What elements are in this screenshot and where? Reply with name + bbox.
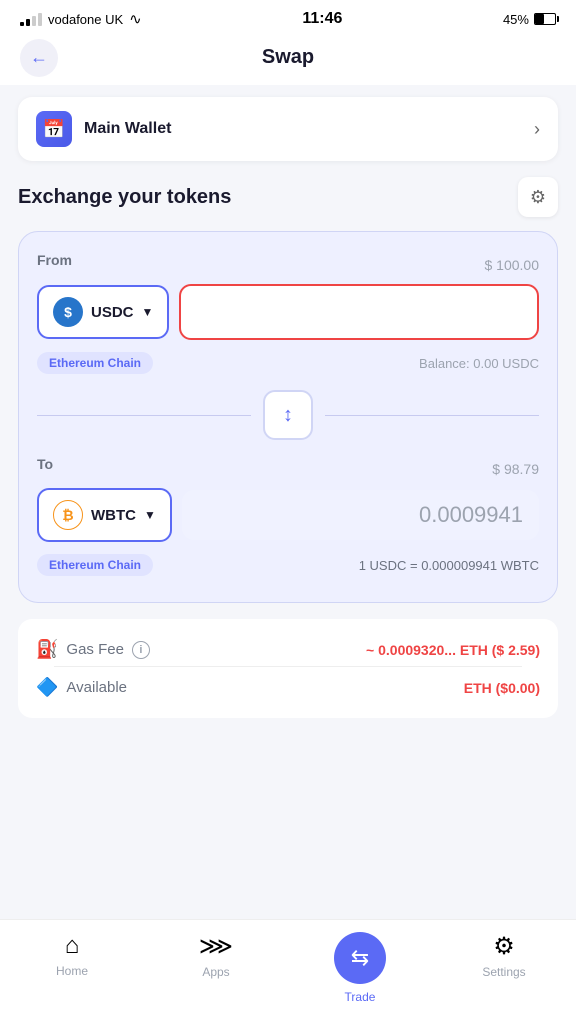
available-label: Available (66, 679, 127, 696)
from-token-selector[interactable]: $ USDC ▼ (37, 285, 169, 339)
ethereum-icon: 🔷 (36, 677, 58, 698)
swap-direction-button[interactable]: ↕ (263, 390, 313, 440)
available-value: ETH ($0.00) (464, 680, 540, 696)
gas-fee-row: ⛽ Gas Fee i ~ 0.0009320... ETH ($ 2.59) (36, 633, 540, 666)
info-icon[interactable]: i (132, 641, 150, 659)
gas-section: ⛽ Gas Fee i ~ 0.0009320... ETH ($ 2.59) … (18, 619, 558, 718)
gas-fee-label: Gas Fee (66, 641, 124, 658)
available-row: 🔷 Available ETH ($0.00) (36, 671, 540, 704)
battery-icon (534, 13, 556, 25)
bottom-navigation: ⌂ Home ⋙ Apps ⇆ Trade ⚙ Settings (0, 919, 576, 1024)
exchange-section: Exchange your tokens ⚙ From $ 100.00 $ U… (0, 173, 576, 615)
from-amount-input[interactable]: 100 (179, 284, 539, 340)
gas-pump-icon: ⛽ (36, 639, 58, 660)
swap-divider: ↕ (37, 390, 539, 440)
back-button[interactable]: ← (20, 39, 58, 77)
swap-arrows-icon: ↕ (283, 404, 293, 427)
to-token-selector[interactable]: ₿ WBTC ▼ (37, 488, 172, 542)
wifi-icon: ∿ (129, 10, 142, 28)
from-chain-row: Ethereum Chain Balance: 0.00 USDC (37, 346, 539, 374)
status-right: 45% (503, 12, 556, 27)
nav-home-label: Home (56, 964, 88, 978)
status-bar: vodafone UK ∿ 11:46 45% (0, 0, 576, 34)
trade-icon: ⇆ (351, 945, 369, 971)
trade-icon-circle: ⇆ (334, 932, 386, 984)
wallet-bar[interactable]: 📅 Main Wallet › (18, 97, 558, 161)
to-token-name: WBTC (91, 507, 136, 524)
to-chain-row: Ethereum Chain 1 USDC = 0.000009941 WBTC (37, 548, 539, 576)
to-header-row: To $ 98.79 (37, 456, 539, 482)
from-input-row: $ USDC ▼ 100 (37, 284, 539, 340)
filter-icon: ⚙ (530, 187, 546, 208)
exchange-title: Exchange your tokens (18, 186, 231, 209)
nav-trade-label: Trade (345, 990, 376, 1004)
to-label: To (37, 456, 53, 472)
settings-icon: ⚙ (493, 932, 515, 961)
wallet-arrow-icon: › (534, 119, 540, 140)
from-chain-badge: Ethereum Chain (37, 352, 153, 374)
to-chain-badge: Ethereum Chain (37, 554, 153, 576)
home-icon: ⌂ (65, 932, 80, 960)
from-header-row: From $ 100.00 (37, 252, 539, 278)
battery-percent: 45% (503, 12, 529, 27)
exchange-rate: 1 USDC = 0.000009941 WBTC (359, 558, 539, 573)
from-token-name: USDC (91, 304, 134, 321)
filter-button[interactable]: ⚙ (518, 177, 558, 217)
wallet-icon: 📅 (36, 111, 72, 147)
back-arrow-icon: ← (30, 47, 48, 68)
nav-trade[interactable]: ⇆ Trade (320, 932, 400, 1004)
nav-settings[interactable]: ⚙ Settings (464, 932, 544, 1004)
header: ← Swap (0, 34, 576, 85)
to-amount: $ 98.79 (492, 461, 539, 477)
page-title: Swap (262, 46, 314, 69)
divider-line-right (325, 415, 539, 416)
nav-settings-label: Settings (482, 965, 525, 979)
apps-icon: ⋙ (199, 932, 233, 961)
clock: 11:46 (302, 10, 342, 28)
status-left: vodafone UK ∿ (20, 10, 142, 28)
from-balance: Balance: 0.00 USDC (419, 356, 539, 371)
gas-divider (54, 666, 522, 667)
swap-card: From $ 100.00 $ USDC ▼ 100 Ethereum Chai… (18, 231, 558, 603)
nav-home[interactable]: ⌂ Home (32, 932, 112, 1004)
from-token-chevron: ▼ (142, 305, 154, 319)
gas-left: ⛽ Gas Fee i (36, 639, 150, 660)
gas-fee-value: ~ 0.0009320... ETH ($ 2.59) (366, 642, 540, 658)
to-input-row: ₿ WBTC ▼ 0.0009941 (37, 488, 539, 542)
wallet-name: Main Wallet (84, 120, 171, 138)
carrier-label: vodafone UK (48, 12, 123, 27)
from-label: From (37, 252, 72, 268)
nav-apps-label: Apps (202, 965, 229, 979)
exchange-header: Exchange your tokens ⚙ (18, 177, 558, 217)
divider-line-left (37, 415, 251, 416)
signal-icon (20, 13, 42, 26)
wbtc-icon: ₿ (53, 500, 83, 530)
from-amount: $ 100.00 (485, 257, 540, 273)
to-token-chevron: ▼ (144, 508, 156, 522)
usdc-icon: $ (53, 297, 83, 327)
nav-apps[interactable]: ⋙ Apps (176, 932, 256, 1004)
wallet-left: 📅 Main Wallet (36, 111, 171, 147)
available-left: 🔷 Available (36, 677, 127, 698)
to-amount-display: 0.0009941 (182, 490, 539, 540)
